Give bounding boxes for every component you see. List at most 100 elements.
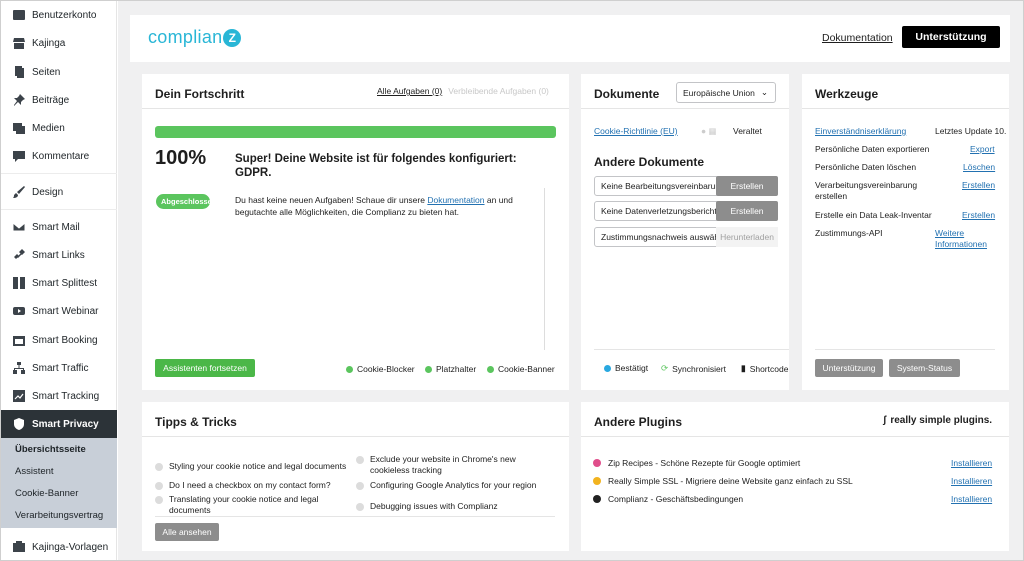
status-dot-icon	[425, 365, 432, 373]
more-info-link[interactable]: Weitere Informationen	[935, 228, 997, 250]
chart-icon	[13, 390, 25, 402]
sidebar-separator	[1, 173, 117, 174]
tool-data-leak-label: Erstelle ein Data Leak-Inventar	[815, 210, 932, 220]
comment-icon	[13, 150, 25, 162]
sidebar-item-label: Smart Tracking	[32, 390, 100, 402]
data-breach-select[interactable]: Keine Datenverletzungsbericht	[594, 201, 719, 221]
divider	[802, 108, 1009, 109]
sidebar-item-seiten[interactable]: Seiten	[1, 58, 117, 86]
sidebar-item-label: Smart Splittest	[32, 277, 98, 289]
tip-item[interactable]: Do I need a checkbox on my contact form?	[155, 480, 360, 491]
tool-delete-label: Persönliche Daten löschen	[815, 162, 917, 172]
sidebar-item-kajinga[interactable]: Kajinga	[1, 29, 117, 57]
region-select[interactable]: Europäische Union ⌄	[676, 82, 776, 103]
delete-link[interactable]: Löschen	[963, 162, 995, 173]
install-button[interactable]: Installieren	[951, 494, 992, 504]
sidebar-item-design[interactable]: Design	[1, 178, 117, 206]
sidebar-item-kommentare[interactable]: Kommentare	[1, 142, 117, 170]
bullet-icon	[155, 463, 163, 471]
tip-item[interactable]: Styling your cookie notice and legal doc…	[155, 461, 360, 472]
view-all-tips-button[interactable]: Alle ansehen	[155, 523, 219, 541]
tip-item[interactable]: Configuring Google Analytics for your re…	[356, 480, 556, 491]
sidebar-item-smart-privacy[interactable]: Smart Privacy	[1, 410, 117, 438]
tips-card: Tipps & Tricks Styling your cookie notic…	[142, 402, 569, 551]
sidebar-item-benutzerkonto[interactable]: Benutzerkonto	[1, 1, 117, 29]
plugins-title: Andere Plugins	[594, 415, 683, 429]
sidebar-item-beitraege[interactable]: Beiträge	[1, 86, 117, 114]
sidebar-item-smart-traffic[interactable]: Smart Traffic	[1, 354, 117, 382]
tip-item[interactable]: Translating your cookie notice and legal…	[155, 494, 360, 516]
tool-export-label: Persönliche Daten exportieren	[815, 144, 930, 154]
sidebar-item-smart-booking[interactable]: Smart Booking	[1, 326, 117, 354]
documentation-link[interactable]: Dokumentation	[822, 32, 893, 44]
create-processing-agreement-button[interactable]: Erstellen	[716, 176, 778, 196]
create-data-leak-link[interactable]: Erstellen	[962, 210, 995, 221]
tab-remaining-tasks[interactable]: Verbleibende Aufgaben (0)	[448, 86, 549, 96]
legend-confirmed: Bestätigt	[604, 363, 648, 373]
sidebar-item-smart-links[interactable]: Smart Links	[1, 241, 117, 269]
sidebar-item-smart-mail[interactable]: Smart Mail	[1, 213, 117, 241]
sidebar-item-smart-tracking[interactable]: Smart Tracking	[1, 382, 117, 410]
tools-card: Werkzeuge Einverständniserklärung Letzte…	[802, 74, 1009, 390]
divider	[142, 436, 569, 437]
other-documents-title: Andere Dokumente	[594, 155, 705, 169]
tool-consent-api-label: Zustimmungs-API	[815, 228, 883, 238]
sidebar-item-smart-webinar[interactable]: Smart Webinar	[1, 297, 117, 325]
bullet-icon	[155, 496, 163, 504]
plugin-item: Zip Recipes - Schöne Rezepte für Google …	[593, 458, 800, 468]
documentation-inline-link[interactable]: Dokumentation	[427, 195, 484, 205]
really-simple-plugins-logo: ʃ really simple plugins.	[883, 415, 993, 426]
progress-bar	[155, 126, 556, 138]
tips-title: Tipps & Tricks	[155, 415, 237, 429]
sidebar-item-kajinga-vorlagen[interactable]: Kajinga-Vorlagen	[1, 533, 117, 560]
tip-item[interactable]: Debugging issues with Complianz	[356, 501, 556, 512]
processing-agreement-select[interactable]: Keine Bearbeitungsvereinbarung	[594, 176, 719, 196]
status-badge: Abgeschlossen	[156, 194, 210, 209]
plugin-dot-icon	[593, 459, 601, 467]
shortcode-icon: ▮	[741, 363, 746, 373]
submenu-item-cookie-banner[interactable]: Cookie-Banner	[15, 488, 78, 499]
complianz-logo: complian Z	[148, 27, 242, 48]
sidebar-item-label: Medien	[32, 122, 65, 134]
sidebar-item-smart-splittest[interactable]: Smart Splittest	[1, 269, 117, 297]
tip-item[interactable]: Exclude your website in Chrome's new coo…	[356, 454, 556, 476]
support-button[interactable]: Unterstützung	[902, 26, 1000, 48]
sidebar-item-label: Kommentare	[32, 150, 90, 162]
consent-statement-link[interactable]: Einverständniserklärung	[815, 126, 906, 137]
plugin-item: Really Simple SSL - Migriere deine Websi…	[593, 476, 853, 486]
complianz-logo-mark: Z	[223, 29, 242, 47]
split-icon	[13, 277, 25, 289]
submenu-item-uebersichtsseite[interactable]: Übersichtsseite	[15, 444, 86, 455]
pin-icon	[13, 94, 25, 106]
sync-status-icons: ● ▦	[701, 126, 717, 136]
create-processing-link[interactable]: Erstellen	[962, 180, 995, 191]
status-dot-icon	[487, 365, 494, 373]
install-button[interactable]: Installieren	[951, 476, 992, 486]
bullet-icon	[356, 482, 364, 490]
divider	[142, 108, 569, 109]
template-icon	[13, 541, 25, 553]
tools-title: Werkzeuge	[815, 87, 879, 101]
download-consent-proof-button[interactable]: Herunterladen	[716, 227, 778, 247]
tab-all-tasks[interactable]: Alle Aufgaben (0)	[377, 86, 442, 96]
bullet-icon	[356, 456, 364, 464]
task-list-scrollbar[interactable]	[544, 188, 545, 350]
submenu-item-verarbeitungsvertrag[interactable]: Verarbeitungsvertrag	[15, 510, 103, 521]
sidebar-item-label: Design	[32, 186, 64, 198]
legend-cookie-banner: Cookie-Banner	[487, 364, 555, 374]
export-link[interactable]: Export	[970, 144, 995, 155]
cookie-policy-link[interactable]: Cookie-Richtlinie (EU)	[594, 126, 678, 137]
admin-sidebar: Benutzerkonto Kajinga Seiten Beiträge Me…	[1, 1, 117, 560]
sidebar-item-medien[interactable]: Medien	[1, 114, 117, 142]
documents-card: Dokumente Europäische Union ⌄ Cookie-Rich…	[581, 74, 789, 390]
legend-cookie-blocker: Cookie-Blocker	[346, 364, 415, 374]
user-card-icon	[13, 9, 25, 21]
continue-wizard-button[interactable]: Assistenten fortsetzen	[155, 359, 255, 377]
rsp-logo-icon: ʃ	[883, 415, 887, 426]
submenu-item-assistent[interactable]: Assistent	[15, 466, 54, 477]
system-status-button[interactable]: System-Status	[889, 359, 960, 377]
install-button[interactable]: Installieren	[951, 458, 992, 468]
create-data-breach-button[interactable]: Erstellen	[716, 201, 778, 221]
consent-proof-select[interactable]: Zustimmungsnachweis auswählen	[594, 227, 719, 247]
tools-support-button[interactable]: Unterstützung	[815, 359, 883, 377]
